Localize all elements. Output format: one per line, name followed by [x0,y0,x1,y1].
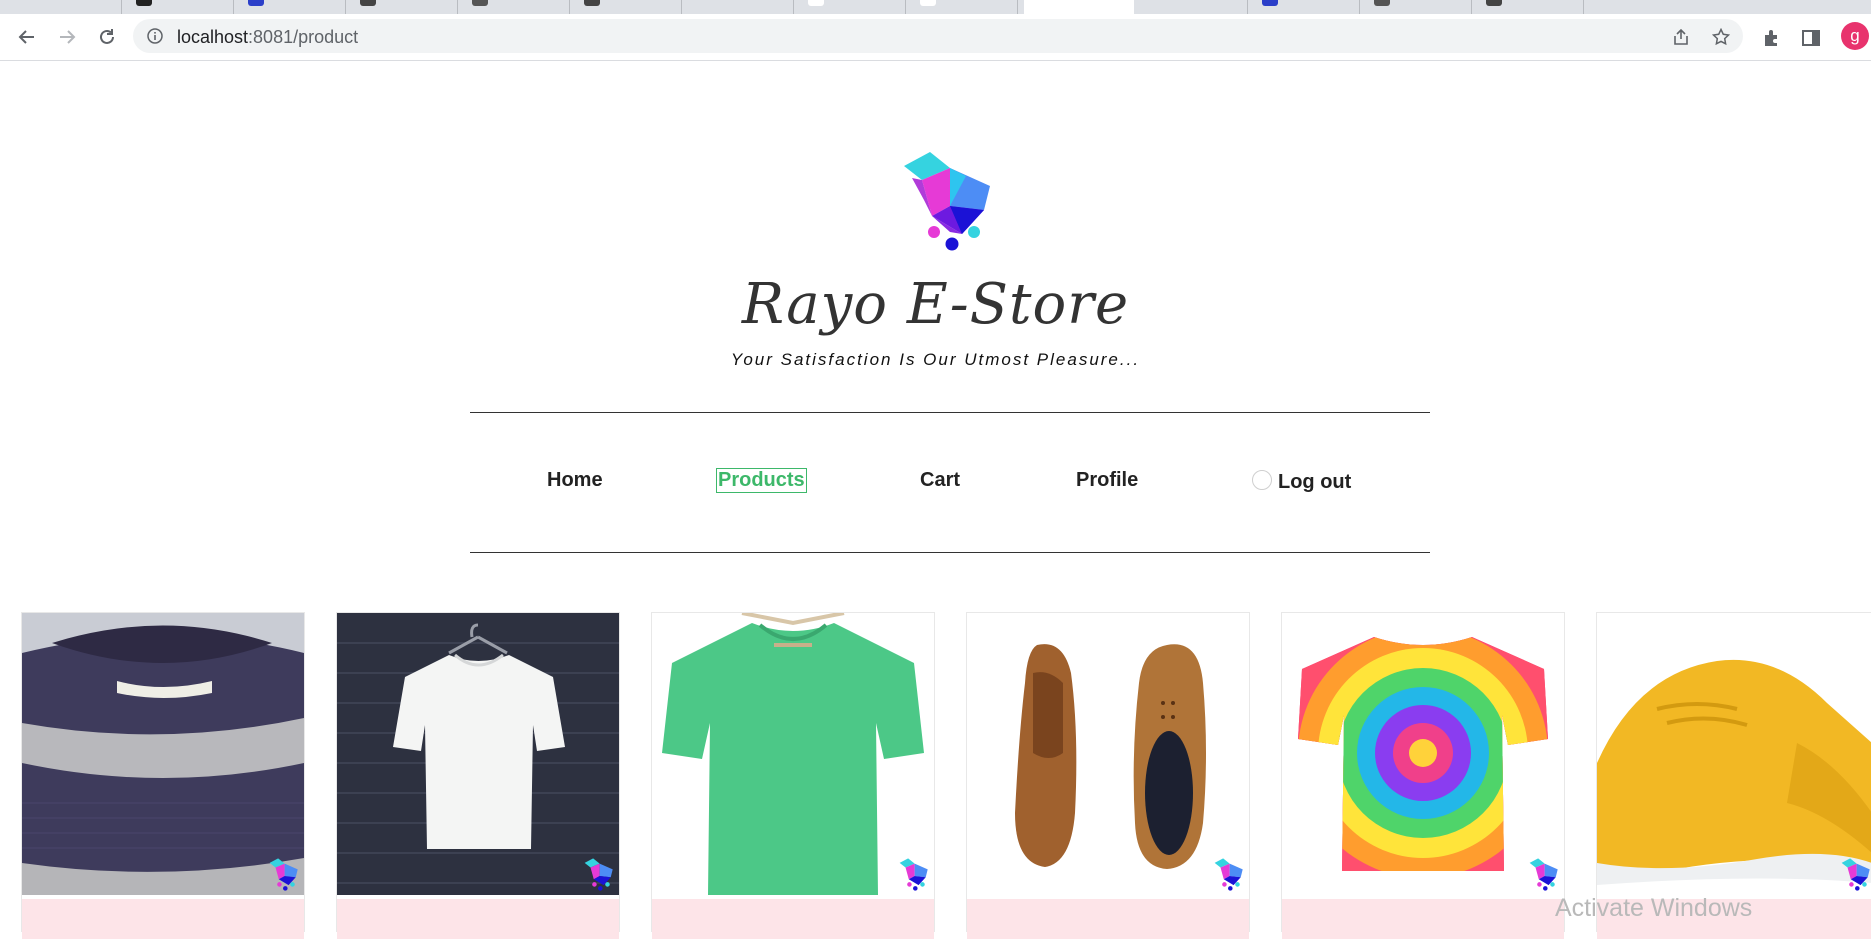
bookmark-star-icon[interactable] [1712,28,1730,46]
store-logo-badge-icon [1529,858,1558,891]
info-icon[interactable] [147,28,163,44]
os-activation-watermark: Activate Windows [1555,894,1753,922]
browser-tab[interactable] [794,0,906,14]
browser-tab[interactable] [1136,0,1248,14]
puzzle-icon [1765,30,1777,46]
product-image[interactable] [967,613,1249,895]
address-bar[interactable]: localhost:8081/product [133,19,1743,53]
product-card[interactable] [1281,612,1565,939]
browser-tab[interactable] [1360,0,1472,14]
nav-products-link[interactable]: Products [716,468,807,493]
store-logo-badge-icon [584,858,613,891]
browser-tab-strip [0,0,1871,14]
side-panel-icon [1802,30,1820,46]
product-image[interactable] [1282,613,1564,895]
extensions-button[interactable] [1761,27,1783,49]
store-logo-badge-icon [269,858,298,891]
store-logo-cart-icon [904,152,990,251]
forward-button[interactable] [54,24,80,50]
browser-toolbar: localhost:8081/product g [0,14,1871,61]
browser-tab[interactable] [1472,0,1584,14]
logout-icon [1252,470,1272,490]
nav-home-link[interactable]: Home [547,469,603,492]
nav-top-divider [470,412,1430,413]
browser-tab[interactable] [346,0,458,14]
reload-icon [100,29,114,44]
product-card[interactable] [651,612,935,939]
nav-logout-link[interactable]: Log out [1278,471,1351,494]
browser-tab[interactable] [458,0,570,14]
browser-tab[interactable] [10,0,122,14]
nav-bottom-divider [470,552,1430,553]
side-panel-button[interactable] [1800,27,1822,49]
product-caption [22,899,304,939]
browser-tab[interactable] [1248,0,1360,14]
store-logo-badge-icon [1214,858,1243,891]
arrow-left-icon [18,30,34,44]
site-tagline: Your Satisfaction Is Our Utmost Pleasure… [730,350,1141,369]
product-card[interactable] [1596,612,1871,939]
nav-cart-link[interactable]: Cart [920,469,960,492]
browser-tab[interactable] [122,0,234,14]
arrow-right-icon [60,30,76,44]
browser-tab-active[interactable] [1024,0,1134,14]
back-button[interactable] [14,24,40,50]
product-card[interactable] [21,612,305,939]
browser-tab[interactable] [682,0,794,14]
share-icon[interactable] [1672,28,1690,46]
product-caption [1282,899,1564,939]
product-image[interactable] [22,613,304,895]
site-title: Rayo E-Store [741,272,1130,337]
product-caption [652,899,934,939]
product-image[interactable] [337,613,619,895]
url-host: localhost [177,27,249,47]
store-logo-badge-icon [899,858,928,891]
product-card[interactable] [966,612,1250,939]
product-card[interactable] [336,612,620,939]
product-caption [337,899,619,939]
browser-tab[interactable] [906,0,1018,14]
browser-tab[interactable] [570,0,682,14]
store-logo-badge-icon [1841,858,1870,891]
url-path: :8081/product [248,27,359,47]
product-image[interactable] [1597,613,1871,895]
browser-tab[interactable] [234,0,346,14]
reload-button[interactable] [94,24,120,50]
profile-avatar[interactable]: g [1841,22,1869,50]
product-caption [967,899,1249,939]
url-text[interactable]: localhost:8081/product [177,27,358,48]
nav-profile-link[interactable]: Profile [1076,469,1138,492]
product-image[interactable] [652,613,934,895]
